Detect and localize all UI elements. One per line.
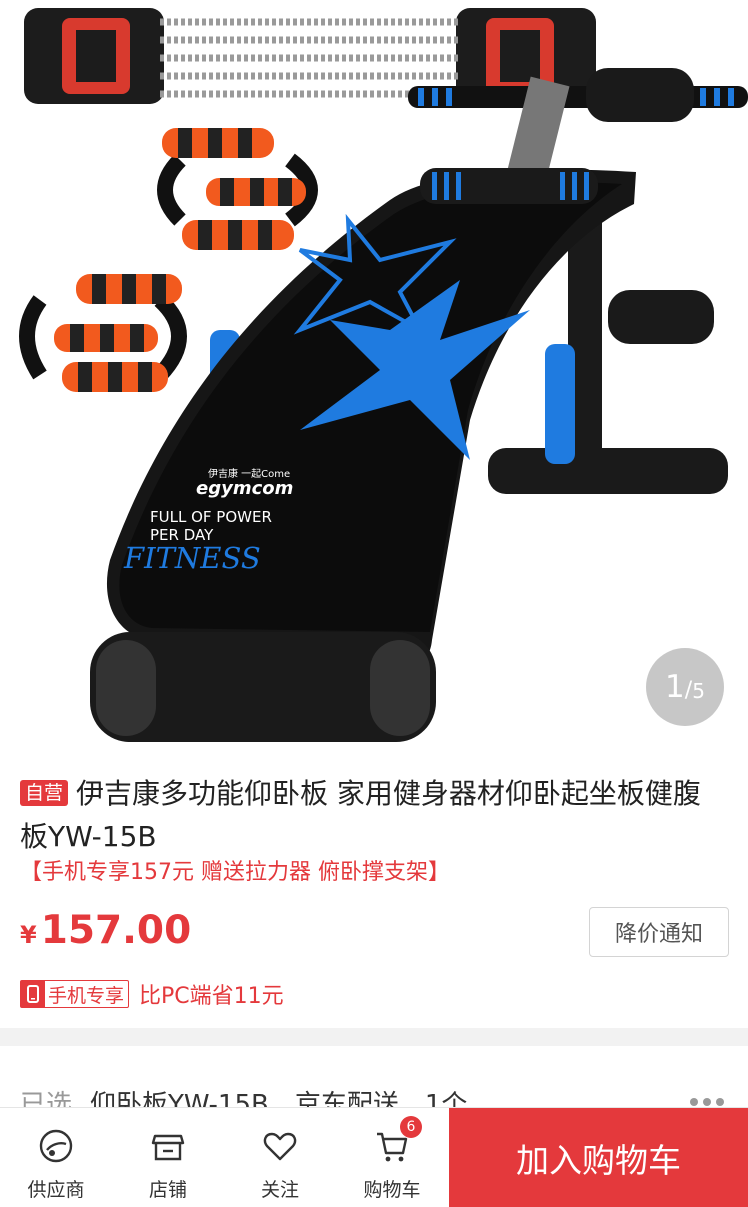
add-to-cart-button[interactable]: 加入购物车 <box>449 1108 748 1207</box>
tab-follow[interactable]: 关注 <box>224 1108 336 1207</box>
bench-brand: egymcom <box>196 478 293 499</box>
more-icon[interactable] <box>690 1098 724 1106</box>
cart-icon: 6 <box>374 1116 422 1164</box>
supplier-icon <box>38 1128 74 1164</box>
tab-supplier[interactable]: 供应商 <box>0 1108 112 1207</box>
self-operated-badge: 自营 <box>20 780 69 806</box>
cart-count-badge: 6 <box>400 1116 422 1138</box>
bench-word: FITNESS <box>123 541 261 575</box>
product-image-gallery[interactable]: 伊吉康 一起Come egymcom FULL OF POWER PER DAY… <box>0 0 748 750</box>
bench-slogan-1: FULL OF POWER <box>150 508 272 526</box>
phone-icon <box>21 981 45 1007</box>
image-counter: 1 / 5 <box>646 648 724 726</box>
image-counter-total: 5 <box>692 679 705 703</box>
promo-text: 【手机专享157元 赠送拉力器 俯卧撑支架】 <box>20 860 450 885</box>
price-amount: 157.00 <box>40 908 192 953</box>
price: ¥157.00 <box>20 908 191 953</box>
product-info: 自营 伊吉康多功能仰卧板 家用健身器材仰卧起坐板健腹板YW-15B 【手机专享15… <box>0 750 748 1028</box>
shop-icon <box>150 1128 186 1164</box>
tab-shop-label: 店铺 <box>148 1179 187 1201</box>
bottom-action-bar: 供应商 店铺 关注 6 购物车 加入购物车 <box>0 1107 748 1207</box>
currency-symbol: ¥ <box>20 921 37 949</box>
product-title: 伊吉康多功能仰卧板 家用健身器材仰卧起坐板健腹板YW-15B <box>20 777 701 853</box>
heart-icon <box>262 1128 298 1164</box>
image-counter-separator: / <box>684 677 693 703</box>
image-counter-current: 1 <box>665 669 685 705</box>
mobile-exclusive-label: 手机专享 <box>48 984 125 1007</box>
mobile-exclusive-tag: 手机专享 <box>20 980 130 1008</box>
product-title-block: 自营 伊吉康多功能仰卧板 家用健身器材仰卧起坐板健腹板YW-15B <box>20 772 720 858</box>
tab-cart[interactable]: 6 购物车 <box>336 1108 448 1207</box>
mobile-exclusive-row: 手机专享 比PC端省11元 <box>20 978 284 1010</box>
tab-shop[interactable]: 店铺 <box>112 1108 224 1207</box>
save-vs-pc-text: 比PC端省11元 <box>139 984 284 1009</box>
price-drop-notify-button[interactable]: 降价通知 <box>589 907 729 957</box>
tab-supplier-label: 供应商 <box>27 1179 85 1201</box>
product-image: 伊吉康 一起Come egymcom FULL OF POWER PER DAY… <box>19 8 748 742</box>
tab-follow-label: 关注 <box>260 1179 299 1201</box>
tab-cart-label: 购物车 <box>363 1179 421 1201</box>
